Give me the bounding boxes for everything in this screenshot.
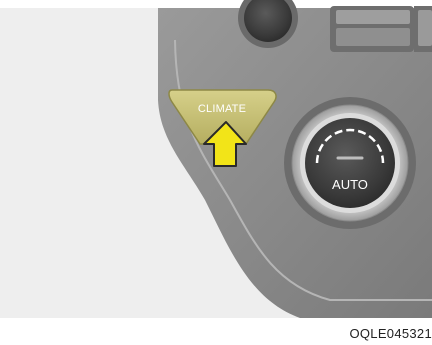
top-button-1[interactable] — [336, 10, 410, 24]
auto-dial-label: AUTO — [332, 177, 368, 192]
climate-button-label: CLIMATE — [198, 103, 246, 115]
dashboard-panel-illustration: CLIMATE AUTO — [0, 0, 432, 318]
illustration-frame: CLIMATE AUTO OQLE045321 — [0, 0, 432, 345]
top-button-3[interactable] — [418, 10, 432, 46]
auto-dial[interactable] — [305, 118, 395, 208]
top-button-2[interactable] — [336, 28, 410, 46]
figure-code: OQLE045321 — [349, 326, 432, 341]
